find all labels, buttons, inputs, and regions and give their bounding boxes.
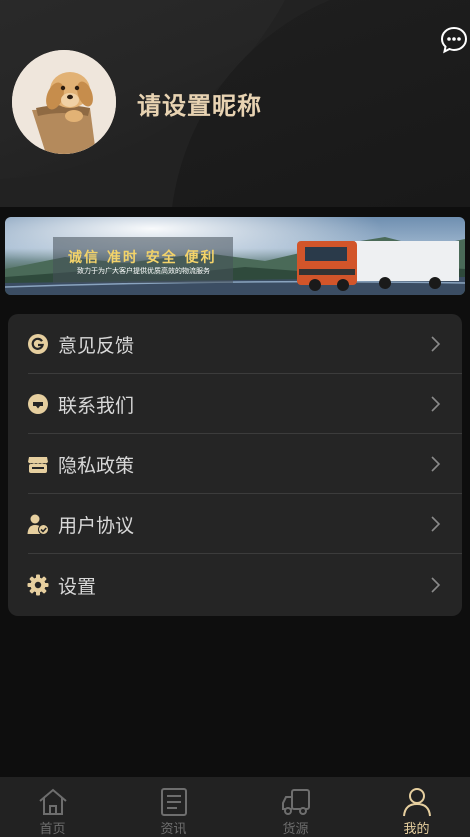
menu-item-feedback[interactable]: 意见反馈 (8, 314, 462, 374)
chevron-right-icon (431, 577, 441, 593)
divider (28, 553, 462, 554)
feedback-g-icon (28, 334, 48, 354)
profile-header: 请设置昵称 (0, 0, 470, 207)
tab-label: 货源 (282, 822, 309, 837)
gear-icon (27, 574, 49, 596)
store-icon (28, 457, 48, 473)
user-check-icon (27, 514, 49, 535)
menu-item-settings[interactable]: 设置 (8, 555, 462, 615)
chevron-right-icon (431, 456, 441, 472)
chevron-right-icon (431, 336, 441, 352)
menu-item-label: 设置 (58, 575, 97, 598)
tab-mine[interactable]: 我的 (358, 777, 470, 837)
nickname-prompt[interactable]: 请设置昵称 (137, 86, 262, 121)
menu-item-label: 意见反馈 (58, 334, 135, 357)
banner-subtitle: 致力于为广大客户提供优质高效的物流服务 (77, 267, 210, 275)
tab-label: 首页 (39, 822, 66, 837)
chevron-right-icon (431, 516, 441, 532)
news-icon (160, 788, 187, 816)
tab-home[interactable]: 首页 (0, 777, 111, 837)
menu-item-label: 联系我们 (58, 394, 135, 417)
menu-item-user-agreement[interactable]: 用户协议 (8, 494, 462, 554)
tab-label: 资讯 (160, 822, 187, 837)
tab-label: 我的 (403, 822, 430, 837)
avatar[interactable] (12, 50, 116, 154)
bottom-tab-bar: 首页 资讯 货源 我的 (0, 777, 470, 837)
settings-menu: 意见反馈 联系我们 隐私政策 用户协议 设置 (8, 314, 462, 616)
menu-item-contact[interactable]: 联系我们 (8, 374, 462, 434)
chat-dots-icon (440, 26, 468, 54)
home-icon (38, 788, 67, 815)
promo-banner[interactable]: 诚信 准时 安全 便利 致力于为广大客户提供优质高效的物流服务 (5, 217, 465, 295)
chat-bubble-icon (28, 394, 48, 414)
menu-item-label: 隐私政策 (58, 454, 135, 477)
tab-news[interactable]: 资讯 (115, 777, 232, 837)
person-icon (402, 788, 431, 817)
chevron-right-icon (431, 396, 441, 412)
menu-item-label: 用户协议 (58, 514, 135, 537)
truck-icon (281, 789, 310, 815)
menu-item-privacy[interactable]: 隐私政策 (8, 434, 462, 494)
puppy-in-bag-image (12, 50, 116, 154)
tab-cargo[interactable]: 货源 (237, 777, 354, 837)
message-button[interactable] (440, 26, 468, 54)
banner-title: 诚信 准时 安全 便利 (68, 250, 217, 266)
